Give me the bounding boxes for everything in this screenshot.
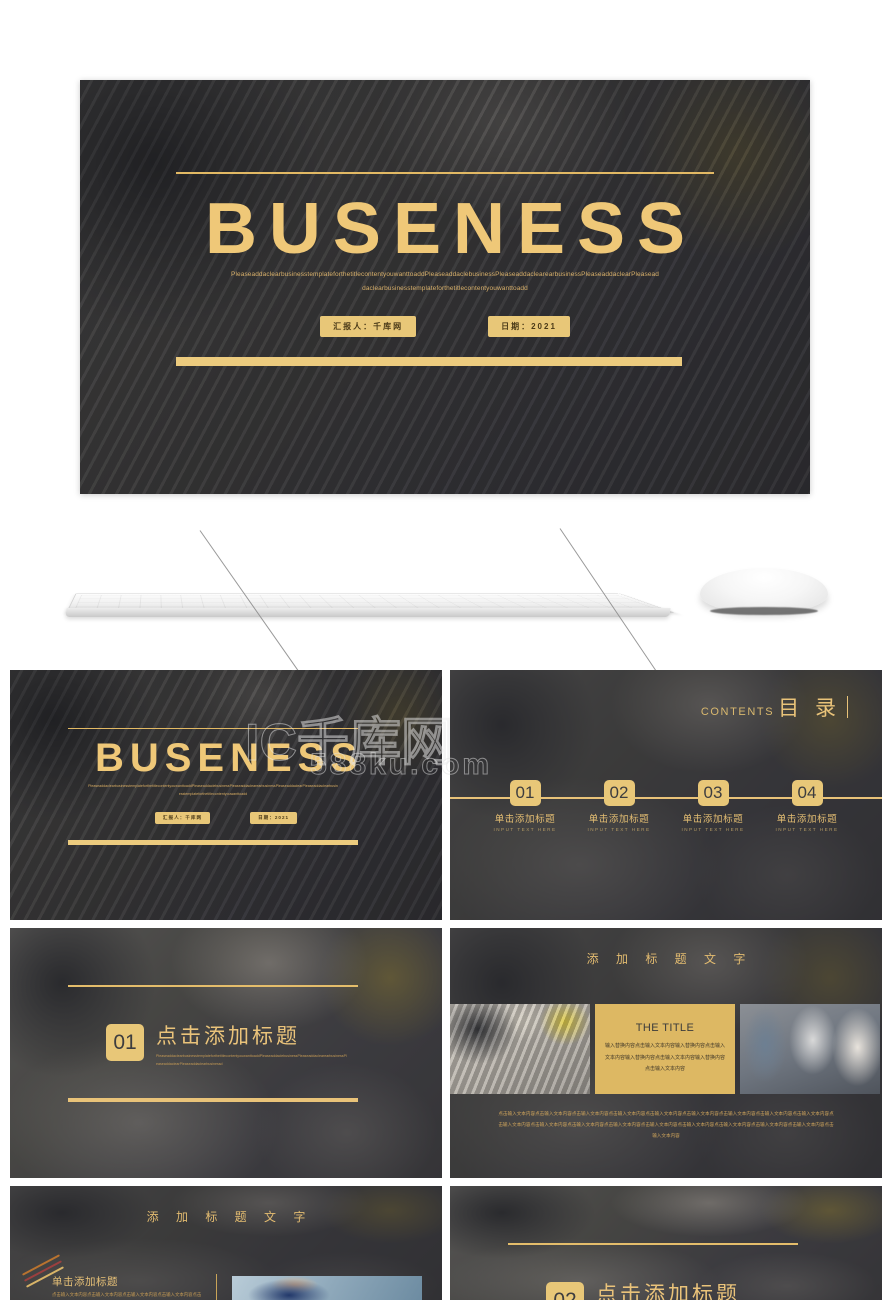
thumb3-heading-row: 01 点击添加标题 Pleaseaddaclearbusinesstemplat… [106, 1024, 348, 1068]
thumb5-body: 点击输入文本内容点击输入文本内容点击输入文本内容点击输入文本内容点击输入文本内容… [52, 1292, 202, 1297]
hero-badge-row: 汇报人：千库网 日期：2021 [80, 316, 810, 337]
contents-item-03[interactable]: 03 单击添加标题 INPUT TEXT HERE [671, 780, 755, 832]
thumb3-title: 点击添加标题 [156, 1025, 300, 1048]
thumb4-title-card: THE TITLE 输入替换内容点击输入文本内容输入替换内容点击输入文本内容输入… [595, 1004, 735, 1094]
contents-heading-bar [847, 696, 848, 718]
thumb4-card-body: 输入替换内容点击输入文本内容输入替换内容点击输入文本内容输入替换内容点击输入文本… [605, 1043, 726, 1073]
contents-heading-cn: 目 录 [778, 697, 841, 720]
thumb5-divider [216, 1274, 217, 1300]
contents-num-02: 02 [603, 780, 635, 806]
contents-item-01[interactable]: 01 单击添加标题 INPUT TEXT HERE [483, 780, 567, 832]
contents-num-01: 01 [509, 780, 541, 806]
thumb-section-02-slide[interactable]: 02 点击添加标题 [450, 1186, 882, 1300]
thumb3-section-number: 01 [106, 1024, 144, 1061]
thumb1-subtitle: Pleaseaddaclearbusinesstemplateforthetit… [88, 784, 338, 796]
contents-num-04: 04 [791, 780, 823, 806]
hero-date-badge: 日期：2021 [488, 316, 570, 337]
hero-top-rule [176, 172, 714, 174]
thumb4-card-title: THE TITLE [635, 1022, 695, 1035]
contents-sublabel-04: INPUT TEXT HERE [775, 827, 839, 832]
thumb4-photo-right [740, 1004, 880, 1094]
contents-label-02: 单击添加标题 [588, 814, 650, 825]
thumb1-bottom-rule [68, 840, 358, 845]
hero-subtitle: Pleaseaddaclearbusinesstemplateforthetit… [231, 271, 659, 292]
hero-reporter-badge: 汇报人：千库网 [320, 316, 417, 337]
hero-bottom-rule [176, 357, 682, 366]
thumb1-top-rule [68, 728, 358, 729]
contents-item-row: 01 单击添加标题 INPUT TEXT HERE 02 单击添加标题 INPU… [450, 780, 882, 832]
contents-heading: CONTENTS 目 录 [701, 692, 848, 722]
thumb4-heading: 添 加 标 题 文 字 [586, 952, 753, 966]
hero-title: BUSENESS [204, 189, 698, 269]
contents-heading-en: CONTENTS [700, 706, 775, 718]
contents-label-01: 单击添加标题 [494, 814, 556, 825]
thumb-contents-slide[interactable]: CONTENTS 目 录 01 单击添加标题 INPUT TEXT HERE 0… [450, 670, 882, 920]
thumb3-top-rule [68, 985, 358, 987]
thumb5-photo [232, 1276, 422, 1300]
thumb4-photo-left [450, 1004, 590, 1094]
contents-num-03: 03 [697, 780, 729, 806]
contents-sublabel-02: INPUT TEXT HERE [587, 827, 651, 832]
thumb-title-slide[interactable]: BUSENESS Pleaseaddaclearbusinesstemplate… [10, 670, 442, 920]
thumb1-date-badge: 日期：2021 [250, 812, 298, 824]
thumb-text-photo-slide[interactable]: 添 加 标 题 文 字 单击添加标题 点击输入文本内容点击输入文本内容点击输入文… [10, 1186, 442, 1300]
contents-label-04: 单击添加标题 [776, 814, 838, 825]
thumb6-title: 点击添加标题 [596, 1283, 740, 1300]
thumb1-badge-row: 汇报人：千库网 日期：2021 [10, 812, 442, 824]
thumb-section-01-slide[interactable]: 01 点击添加标题 Pleaseaddaclearbusinesstemplat… [10, 928, 442, 1178]
device-mockup-row [0, 520, 892, 687]
contents-sublabel-01: INPUT TEXT HERE [493, 827, 557, 832]
hero-slide[interactable]: BUSENESS Pleaseaddaclearbusinesstemplate… [80, 80, 810, 494]
mouse-mockup [700, 568, 828, 612]
thumb6-heading-row: 02 点击添加标题 [546, 1282, 740, 1300]
thumb4-footer-text: 点击输入文本内容点击输入文本内容点击输入文本内容点击输入文本内容点击输入文本内容… [498, 1111, 834, 1139]
template-preview-page: BUSENESS Pleaseaddaclearbusinesstemplate… [0, 0, 892, 1300]
keyboard-edge [65, 608, 671, 617]
contents-item-02[interactable]: 02 单击添加标题 INPUT TEXT HERE [577, 780, 661, 832]
contents-item-04[interactable]: 04 单击添加标题 INPUT TEXT HERE [765, 780, 849, 832]
thumb1-title: BUSENESS [94, 736, 364, 780]
contents-sublabel-03: INPUT TEXT HERE [681, 827, 745, 832]
thumb3-heading-block: 点击添加标题 Pleaseaddaclearbusinesstemplatefo… [156, 1024, 348, 1068]
thumb1-reporter-badge: 汇报人：千库网 [154, 812, 211, 824]
thumb-three-card-slide[interactable]: 添 加 标 题 文 字 THE TITLE 输入替换内容点击输入文本内容输入替换… [450, 928, 882, 1178]
thumb6-top-rule [508, 1243, 798, 1245]
thumb5-title: 单击添加标题 [52, 1276, 118, 1288]
thumb5-heading: 添 加 标 题 文 字 [146, 1210, 313, 1224]
thumb6-section-number: 02 [546, 1282, 584, 1300]
thumb4-card-row: THE TITLE 输入替换内容点击输入文本内容输入替换内容点击输入文本内容输入… [450, 1004, 882, 1094]
thumbnail-grid: BUSENESS Pleaseaddaclearbusinesstemplate… [10, 670, 882, 1300]
thumb3-bottom-rule [68, 1098, 358, 1102]
contents-label-03: 单击添加标题 [682, 814, 744, 825]
thumb3-desc: Pleaseaddaclearbusinesstemplateforthetit… [156, 1054, 347, 1066]
